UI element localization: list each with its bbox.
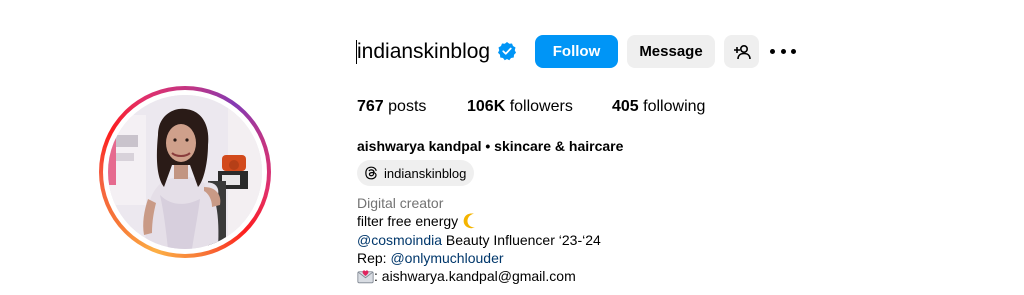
profile-username: indianskinblog: [357, 40, 491, 63]
more-dot: [791, 48, 796, 54]
profile-photo: [108, 95, 262, 249]
threads-link[interactable]: indianskinblog: [357, 160, 475, 186]
bio-line-4-text: : aishwarya.kandpal@gmail.com: [374, 268, 576, 284]
bio-line-2: @cosmoindia Beauty Influencer ‘23-‘24: [357, 231, 601, 249]
suggested-accounts-button[interactable]: [724, 35, 759, 68]
crescent-moon-icon: [463, 213, 475, 229]
more-options-icon[interactable]: [770, 44, 796, 58]
verified-badge-icon: [498, 42, 516, 61]
profile-full-name: aishwarya kandpal • skincare & haircare: [357, 138, 624, 154]
avatar-story-ring[interactable]: [99, 86, 271, 258]
threads-handle: indianskinblog: [384, 165, 467, 181]
person-add-icon: [733, 44, 751, 59]
posts-label: posts: [388, 98, 427, 115]
avatar[interactable]: [108, 95, 262, 249]
bio-line-4: : aishwarya.kandpal@gmail.com: [357, 267, 576, 285]
following-count: 405: [612, 98, 639, 115]
envelope-heart-icon: [357, 270, 374, 284]
bio-line-1: filter free energy: [357, 212, 479, 230]
bio-line-3-prefix: Rep:: [357, 250, 391, 266]
bio-line-1-text: filter free energy: [357, 213, 459, 229]
following-label: following: [643, 98, 706, 115]
following-stat[interactable]: 405 following: [612, 97, 705, 117]
bio-line-2-text: Beauty Influencer ‘23-‘24: [442, 232, 601, 248]
threads-icon: [365, 166, 377, 180]
more-dot: [770, 48, 775, 54]
posts-stat: 767 posts: [357, 97, 426, 117]
message-button[interactable]: Message: [627, 35, 715, 68]
avatar-ring-gap: [103, 90, 267, 254]
posts-count: 767: [357, 98, 384, 115]
profile-category: Digital creator: [357, 195, 444, 211]
follow-button[interactable]: Follow: [535, 35, 618, 68]
followers-count: 106K: [467, 98, 506, 115]
bio-line-3: Rep: @onlymuchlouder: [357, 249, 504, 267]
followers-stat[interactable]: 106K followers: [467, 97, 573, 117]
more-dot: [780, 48, 786, 54]
cosmoindia-mention-link[interactable]: @cosmoindia: [357, 232, 442, 248]
followers-label: followers: [509, 98, 573, 115]
onlymuchlouder-mention-link[interactable]: @onlymuchlouder: [390, 250, 503, 266]
